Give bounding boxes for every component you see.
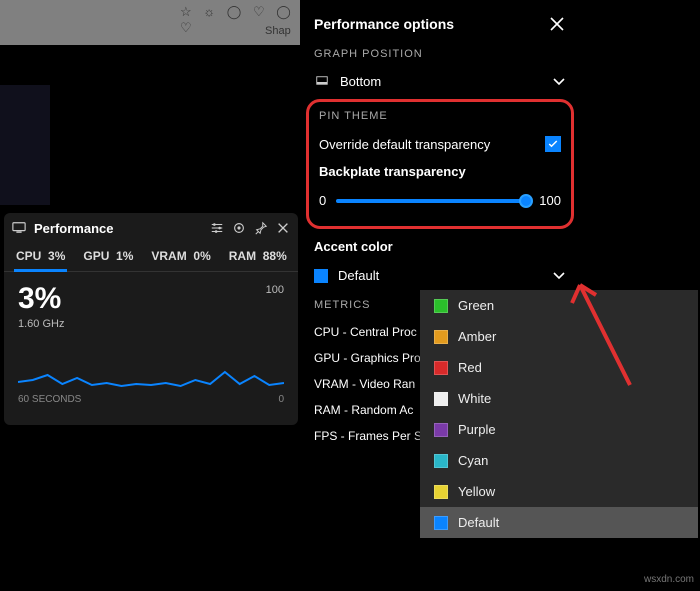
color-option-green[interactable]: Green bbox=[420, 290, 698, 321]
slider-min-label: 0 bbox=[319, 193, 326, 208]
slider-thumb[interactable] bbox=[519, 194, 533, 208]
color-option-purple[interactable]: Purple bbox=[420, 414, 698, 445]
background-toolbar: ☆ ☼ ◯ ♡ ◯ ♡ Shap bbox=[0, 0, 300, 45]
slider-max-label: 100 bbox=[539, 193, 561, 208]
backplate-transparency-label: Backplate transparency bbox=[319, 158, 561, 185]
accent-color-row[interactable]: Default bbox=[314, 262, 566, 289]
chart-labels: 60 SECONDS 0 bbox=[18, 394, 284, 405]
chevron-down-icon bbox=[552, 269, 566, 283]
close-icon[interactable] bbox=[276, 221, 290, 235]
color-swatch bbox=[434, 516, 448, 530]
tab-ram[interactable]: RAM 88% bbox=[227, 243, 289, 271]
backplate-transparency-slider[interactable] bbox=[336, 199, 529, 203]
watermark: wsxdn.com bbox=[644, 574, 694, 585]
accent-color-dropdown: Green Amber Red White Purple Cyan Yellow Defaul… bbox=[420, 290, 698, 538]
graph-position-row[interactable]: Bottom bbox=[314, 68, 566, 95]
chevron-down-icon bbox=[552, 75, 566, 89]
color-option-default[interactable]: Default bbox=[420, 507, 698, 538]
bg-shape-label: Shap bbox=[265, 25, 291, 37]
performance-header: Performance bbox=[4, 213, 298, 243]
graph-position-value: Bottom bbox=[340, 74, 552, 89]
performance-widget: Performance CPU 3% GPU 1% VRAM 0% RAM 88… bbox=[4, 213, 298, 425]
color-option-label: Yellow bbox=[458, 484, 495, 499]
panel-header: Performance options bbox=[314, 10, 566, 38]
color-swatch bbox=[434, 485, 448, 499]
performance-body: 3% 1.60 GHz 100 60 SECONDS 0 bbox=[4, 272, 298, 415]
color-swatch bbox=[434, 454, 448, 468]
panel-title: Performance options bbox=[314, 16, 548, 32]
cpu-current-value: 3% bbox=[18, 282, 284, 316]
color-option-red[interactable]: Red bbox=[420, 352, 698, 383]
color-option-yellow[interactable]: Yellow bbox=[420, 476, 698, 507]
monitor-icon bbox=[12, 221, 26, 235]
pin-theme-highlight: PIN THEME Override default transparency … bbox=[306, 99, 574, 229]
color-option-label: White bbox=[458, 391, 491, 406]
settings-icon[interactable] bbox=[232, 221, 246, 235]
color-option-label: Default bbox=[458, 515, 499, 530]
color-swatch bbox=[434, 299, 448, 313]
override-transparency-label: Override default transparency bbox=[319, 137, 545, 152]
color-option-cyan[interactable]: Cyan bbox=[420, 445, 698, 476]
performance-tabs: CPU 3% GPU 1% VRAM 0% RAM 88% bbox=[4, 243, 298, 272]
tab-gpu[interactable]: GPU 1% bbox=[81, 243, 135, 271]
close-icon[interactable] bbox=[548, 15, 566, 33]
color-swatch bbox=[434, 361, 448, 375]
cpu-chart bbox=[18, 340, 284, 390]
color-swatch bbox=[434, 392, 448, 406]
tab-cpu[interactable]: CPU 3% bbox=[14, 243, 67, 271]
color-option-label: Amber bbox=[458, 329, 496, 344]
color-option-label: Purple bbox=[458, 422, 496, 437]
bottom-icon bbox=[314, 76, 330, 88]
color-option-white[interactable]: White bbox=[420, 383, 698, 414]
pin-icon[interactable] bbox=[254, 221, 268, 235]
filter-icon[interactable] bbox=[210, 221, 224, 235]
section-graph-position: GRAPH POSITION bbox=[314, 48, 566, 60]
section-pin-theme: PIN THEME bbox=[319, 110, 561, 122]
section-accent-color: Accent color bbox=[314, 239, 566, 254]
accent-color-value: Default bbox=[338, 268, 552, 283]
chart-y-max: 100 bbox=[266, 284, 284, 296]
color-swatch bbox=[434, 330, 448, 344]
color-option-label: Cyan bbox=[458, 453, 488, 468]
color-option-amber[interactable]: Amber bbox=[420, 321, 698, 352]
tab-vram[interactable]: VRAM 0% bbox=[149, 243, 212, 271]
color-option-label: Red bbox=[458, 360, 482, 375]
color-option-label: Green bbox=[458, 298, 494, 313]
color-swatch bbox=[434, 423, 448, 437]
backplate-transparency-slider-row: 0 100 bbox=[319, 193, 561, 208]
chart-y-min: 0 bbox=[278, 394, 284, 405]
chart-x-label: 60 SECONDS bbox=[18, 394, 81, 405]
override-transparency-checkbox[interactable] bbox=[545, 136, 561, 152]
cpu-frequency: 1.60 GHz bbox=[18, 318, 284, 330]
override-transparency-row[interactable]: Override default transparency bbox=[319, 130, 561, 158]
accent-swatch bbox=[314, 269, 328, 283]
background-thumbnail bbox=[0, 85, 50, 205]
performance-title: Performance bbox=[34, 221, 202, 236]
